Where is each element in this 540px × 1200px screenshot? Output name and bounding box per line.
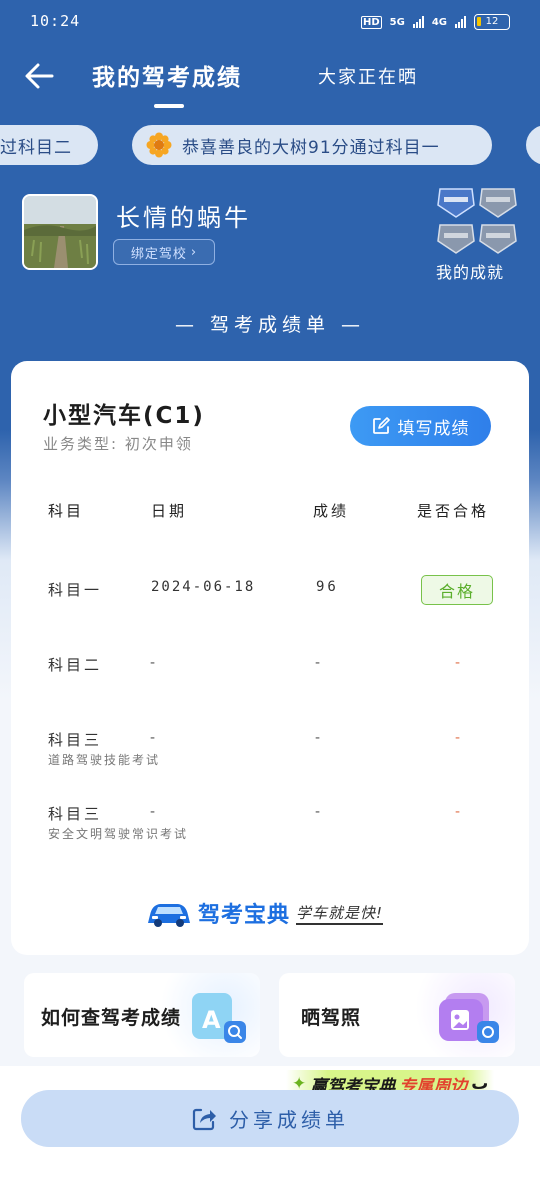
ticker-text-current: 恭喜善良的大树91分通过科目一 xyxy=(182,137,440,158)
row3-subtitle: 道路驾驶技能考试 xyxy=(48,753,161,767)
hd-indicator: HD xyxy=(360,15,382,29)
bind-school-label: 绑定驾校 xyxy=(130,246,187,262)
brand-logo: 驾考宝典 学车就是快! xyxy=(146,897,384,929)
avatar-image xyxy=(24,196,96,268)
row3-result: - xyxy=(455,730,461,746)
section-title: — 驾考成绩单 — xyxy=(174,314,366,336)
avatar[interactable] xyxy=(22,194,98,270)
pass-badge: 合格 xyxy=(421,575,493,605)
row4-subtitle: 安全文明驾驶常识考试 xyxy=(48,827,189,841)
chevron-right-icon: › xyxy=(190,244,198,260)
row4-result: - xyxy=(455,804,461,820)
show-license-card[interactable]: 晒驾照 xyxy=(279,973,515,1057)
ticker-text-prev: 过科目二 xyxy=(0,137,72,158)
network-5g-label: 5G xyxy=(389,16,405,28)
row4-date: - xyxy=(150,804,156,820)
row4-score: - xyxy=(315,804,321,820)
row1-subject: 科目一 xyxy=(48,581,103,599)
car-logo-icon xyxy=(148,904,190,927)
share-icon xyxy=(192,1108,216,1130)
share-scores-button[interactable]: 分享成绩单 xyxy=(21,1090,519,1147)
ticker-item-current[interactable]: 恭喜善良的大树91分通过科目一 xyxy=(132,125,492,165)
badge-locked-icon-2 xyxy=(437,224,475,254)
how-to-check-scores-label: 如何查驾考成绩 xyxy=(41,1007,182,1029)
header-score: 成绩 xyxy=(313,502,350,520)
status-icons: HD 5G 4G 12 xyxy=(360,14,510,30)
row1-score: 96 xyxy=(316,579,339,595)
status-bar: 10:24 HD 5G 4G 12 xyxy=(0,0,540,46)
brand-name: 驾考宝典 xyxy=(198,903,291,928)
active-tab-indicator xyxy=(154,104,184,108)
signal-icon-2 xyxy=(455,16,466,28)
ticker-item-next[interactable] xyxy=(526,125,540,165)
bind-school-button[interactable]: 绑定驾校 › xyxy=(113,239,215,265)
show-license-label: 晒驾照 xyxy=(301,1007,362,1029)
row4-subject: 科目三 xyxy=(48,805,103,823)
row3-date: - xyxy=(150,730,156,746)
badge-locked-icon-3 xyxy=(479,224,517,254)
badge-locked-icon xyxy=(479,188,517,218)
network-4g-label: 4G xyxy=(431,16,447,28)
fill-score-button[interactable]: 填写成绩 xyxy=(350,406,491,446)
battery-icon: 12 xyxy=(474,14,510,30)
how-to-check-scores-card[interactable]: 如何查驾考成绩 A xyxy=(24,973,260,1057)
badge-icon xyxy=(437,188,475,218)
tab-my-scores[interactable]: 我的驾考成绩 xyxy=(92,58,242,92)
row1-date: 2024-06-18 xyxy=(151,579,256,595)
header-passed: 是否合格 xyxy=(417,502,490,520)
brand-slogan: 学车就是快! xyxy=(296,902,384,925)
row3-score: - xyxy=(315,730,321,746)
business-type: 业务类型: 初次申领 xyxy=(43,435,193,453)
share-scores-label: 分享成绩单 xyxy=(229,1108,349,1132)
battery-level: 12 xyxy=(485,16,499,27)
status-time: 10:24 xyxy=(30,12,81,30)
header-date: 日期 xyxy=(151,502,188,520)
my-achievements-link[interactable]: 我的成就 xyxy=(436,259,504,283)
row2-result: - xyxy=(455,655,461,671)
flower-icon xyxy=(146,132,172,158)
back-icon[interactable] xyxy=(22,58,58,94)
edit-icon xyxy=(372,417,390,434)
signal-icon xyxy=(412,16,424,28)
row2-date: - xyxy=(150,655,156,671)
user-name: 长情的蜗牛 xyxy=(116,204,251,232)
ticker-item-prev[interactable]: 过科目二 xyxy=(0,125,98,165)
photo-icon xyxy=(439,993,499,1043)
achievement-badges[interactable] xyxy=(436,183,520,257)
row3-subject: 科目三 xyxy=(48,731,103,749)
row2-score: - xyxy=(315,655,321,671)
header-subject: 科目 xyxy=(48,502,85,520)
tab-everyone-sharing[interactable]: 大家正在晒 xyxy=(318,63,418,89)
svg-text:A: A xyxy=(202,1006,221,1034)
search-document-icon: A xyxy=(192,993,246,1043)
license-type: 小型汽车(C1) xyxy=(43,403,205,429)
fill-score-label: 填写成绩 xyxy=(397,418,470,439)
row2-subject: 科目二 xyxy=(48,656,103,674)
